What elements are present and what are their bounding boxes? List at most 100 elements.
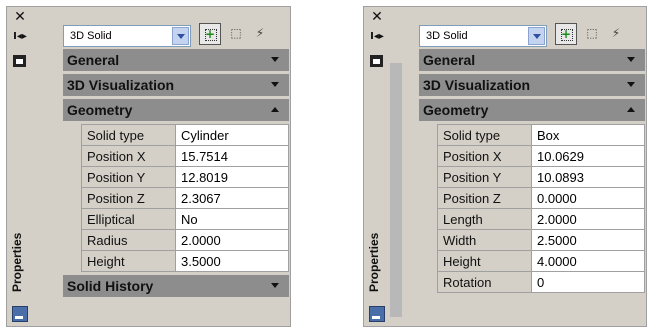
pickadd-icon: + [560, 27, 572, 41]
table-row[interactable]: Position X 10.0629 [437, 145, 645, 167]
section-geometry[interactable]: Geometry [419, 99, 645, 121]
property-name: Solid type [437, 124, 532, 146]
property-name: Length [437, 208, 532, 230]
section-label: 3D Visualization [423, 77, 531, 93]
chevron-up-icon [271, 107, 279, 112]
property-name: Position X [81, 145, 176, 167]
section-general[interactable]: General [419, 49, 645, 71]
property-value[interactable]: 2.0000 [175, 229, 289, 251]
quick-select-button[interactable]: ⚡ [605, 23, 627, 45]
section-label: Geometry [67, 102, 133, 118]
section-general[interactable]: General [63, 49, 289, 71]
select-objects-button[interactable]: ⬚ [581, 23, 603, 45]
chevron-up-icon [627, 107, 635, 112]
section-label: 3D Visualization [67, 77, 175, 93]
vertical-scrollbar[interactable] [390, 63, 402, 317]
table-row[interactable]: Position Y 10.0893 [437, 166, 645, 188]
object-type-value: 3D Solid [70, 30, 112, 42]
select-objects-icon: ⬚ [586, 26, 598, 40]
dropdown-arrow-icon[interactable] [172, 27, 189, 45]
palette-properties-icon[interactable] [12, 306, 28, 322]
table-row[interactable]: Width 2.5000 [437, 229, 645, 251]
table-row[interactable]: Position X 15.7514 [81, 145, 289, 167]
property-value[interactable]: No [175, 208, 289, 230]
section-3d-visualization[interactable]: 3D Visualization [63, 74, 289, 96]
quick-select-button[interactable]: ⚡ [249, 23, 271, 45]
toggle-description-icon[interactable] [13, 55, 26, 67]
property-name: Height [81, 250, 176, 272]
object-type-select[interactable]: 3D Solid [419, 25, 547, 47]
toolbar-row: 3D Solid + ⬚ ⚡ [419, 13, 645, 49]
property-name: Radius [81, 229, 176, 251]
property-value[interactable]: 4.0000 [531, 250, 645, 272]
property-value[interactable]: 10.0893 [531, 166, 645, 188]
properties-palette-2: ✕ I◂▸ Properties 3D Solid + ⬚ ⚡ General … [363, 6, 647, 327]
object-type-select[interactable]: 3D Solid [63, 25, 191, 47]
properties-palette-1: ✕ I◂▸ Properties 3D Solid + ⬚ ⚡ General … [6, 6, 291, 327]
select-objects-button[interactable]: ⬚ [225, 23, 247, 45]
properties-panel: 3D Solid + ⬚ ⚡ General 3D Visualization … [419, 13, 645, 296]
geometry-property-table: Solid type Cylinder Position X 15.7514 Pos… [81, 124, 289, 272]
property-value[interactable]: 3.5000 [175, 250, 289, 272]
pickadd-button[interactable]: + [199, 23, 221, 45]
property-name: Solid type [81, 124, 176, 146]
palette-properties-icon[interactable] [369, 306, 385, 322]
property-value[interactable]: Box [531, 124, 645, 146]
section-solid-history[interactable]: Solid History [63, 275, 289, 297]
chevron-down-icon [271, 283, 279, 288]
property-value[interactable]: 0 [531, 271, 645, 293]
dropdown-arrow-icon[interactable] [528, 27, 545, 45]
section-label: Geometry [423, 102, 489, 118]
table-row[interactable]: Height 4.0000 [437, 250, 645, 272]
table-row[interactable]: Elliptical No [81, 208, 289, 230]
table-row[interactable]: Rotation 0 [437, 271, 645, 293]
pickadd-button[interactable]: + [555, 23, 577, 45]
quick-select-icon: ⚡ [611, 26, 621, 40]
section-geometry[interactable]: Geometry [63, 99, 289, 121]
toggle-description-icon[interactable] [370, 55, 383, 67]
property-value[interactable]: Cylinder [175, 124, 289, 146]
chevron-down-icon [271, 82, 279, 87]
autohide-arrows-icon[interactable]: I◂▸ [370, 31, 384, 43]
table-row[interactable]: Solid type Box [437, 124, 645, 146]
property-value[interactable]: 15.7514 [175, 145, 289, 167]
table-row[interactable]: Position Z 2.3067 [81, 187, 289, 209]
table-row[interactable]: Length 2.0000 [437, 208, 645, 230]
property-value[interactable]: 0.0000 [531, 187, 645, 209]
palette-title-strip: ✕ I◂▸ Properties [7, 7, 33, 326]
section-label: General [67, 52, 120, 68]
table-row[interactable]: Radius 2.0000 [81, 229, 289, 251]
object-type-value: 3D Solid [426, 30, 468, 42]
property-name: Width [437, 229, 532, 251]
property-name: Position Y [81, 166, 176, 188]
section-3d-visualization[interactable]: 3D Visualization [419, 74, 645, 96]
property-value[interactable]: 2.5000 [531, 229, 645, 251]
table-row[interactable]: Solid type Cylinder [81, 124, 289, 146]
close-icon[interactable]: ✕ [13, 10, 27, 24]
property-name: Position Z [81, 187, 176, 209]
palette-title-strip: ✕ I◂▸ Properties [364, 7, 390, 326]
property-value[interactable]: 10.0629 [531, 145, 645, 167]
table-row[interactable]: Position Z 0.0000 [437, 187, 645, 209]
autohide-arrows-icon[interactable]: I◂▸ [13, 31, 27, 43]
property-name: Position Y [437, 166, 532, 188]
property-name: Elliptical [81, 208, 176, 230]
properties-panel: 3D Solid + ⬚ ⚡ General 3D Visualization … [63, 13, 289, 300]
table-row[interactable]: Position Y 12.8019 [81, 166, 289, 188]
table-row[interactable]: Height 3.5000 [81, 250, 289, 272]
pickadd-icon: + [204, 27, 216, 41]
property-name: Position Z [437, 187, 532, 209]
geometry-property-table: Solid type Box Position X 10.0629 Position… [437, 124, 645, 293]
quick-select-icon: ⚡ [255, 26, 265, 40]
property-value[interactable]: 12.8019 [175, 166, 289, 188]
palette-title: Properties [367, 232, 381, 292]
property-value[interactable]: 2.3067 [175, 187, 289, 209]
section-label: Solid History [67, 278, 154, 294]
property-value[interactable]: 2.0000 [531, 208, 645, 230]
property-name: Rotation [437, 271, 532, 293]
chevron-down-icon [627, 82, 635, 87]
chevron-down-icon [271, 57, 279, 62]
toolbar-row: 3D Solid + ⬚ ⚡ [63, 13, 289, 49]
close-icon[interactable]: ✕ [370, 10, 384, 24]
property-name: Position X [437, 145, 532, 167]
